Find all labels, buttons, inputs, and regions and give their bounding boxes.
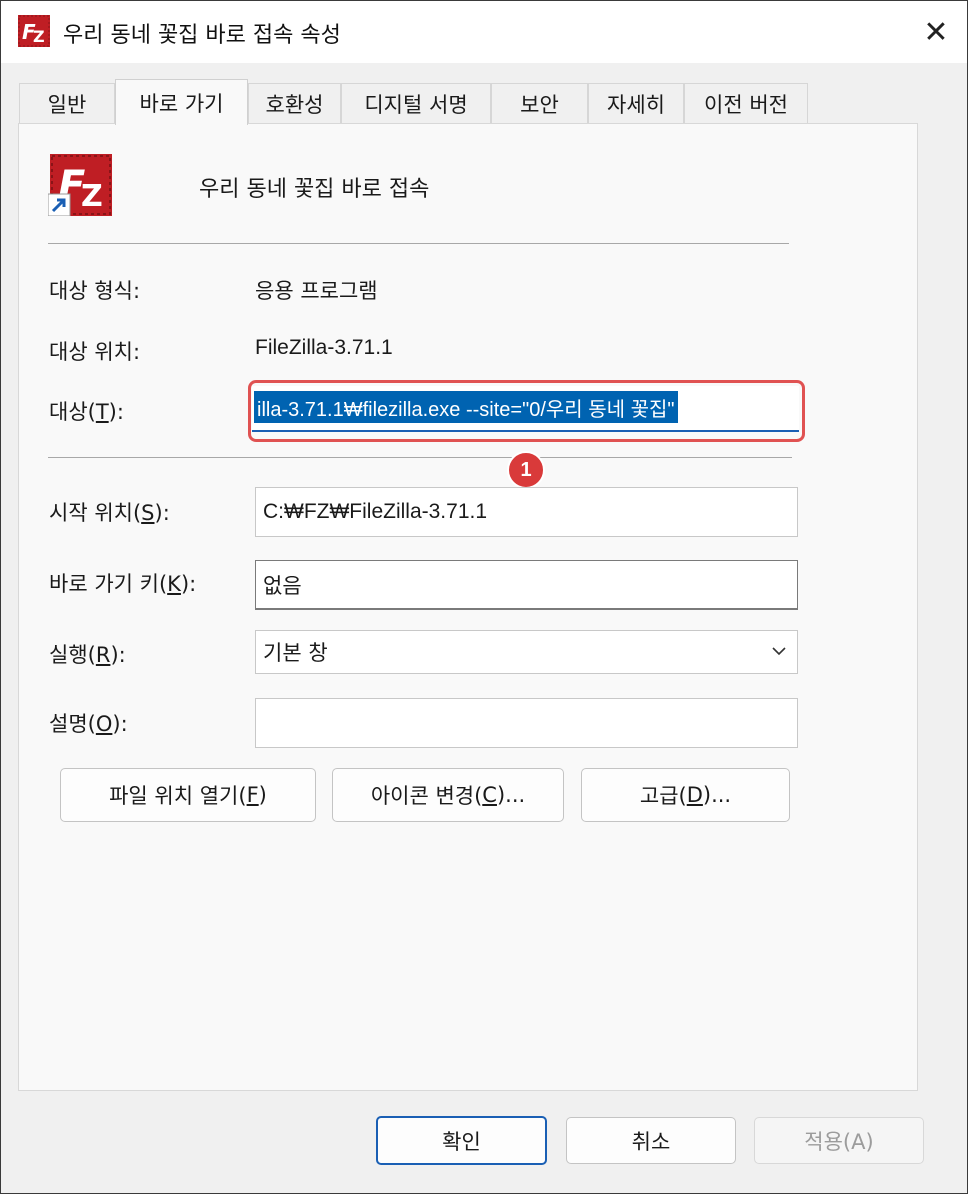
- tab-general[interactable]: 일반: [19, 83, 115, 123]
- target-input[interactable]: illa-3.71.1₩filezilla.exe --site="0/우리 동…: [252, 386, 799, 432]
- tab-label: 자세히: [607, 92, 665, 117]
- comment-label: 설명(O):: [49, 712, 128, 736]
- tab-details[interactable]: 자세히: [588, 83, 684, 123]
- cancel-button[interactable]: 취소: [566, 1117, 736, 1164]
- target-location-label: 대상 위치:: [49, 340, 141, 364]
- tab-label: 디지털 서명: [364, 92, 468, 117]
- open-file-location-button[interactable]: 파일 위치 열기(F): [60, 768, 316, 822]
- shortcut-name: 우리 동네 꽃집 바로 접속: [199, 177, 430, 202]
- tab-label: 보안: [520, 92, 559, 117]
- window-title: 우리 동네 꽃집 바로 접속 속성: [63, 23, 341, 48]
- chevron-down-icon[interactable]: [771, 643, 787, 659]
- filezilla-shortcut-icon: F Z: [48, 154, 112, 216]
- start-in-input[interactable]: C:₩FZ₩FileZilla-3.71.1: [255, 487, 798, 537]
- shortcut-key-label: 바로 가기 키(K):: [49, 572, 197, 596]
- divider: [48, 243, 789, 244]
- tab-previous-versions[interactable]: 이전 버전: [684, 83, 808, 123]
- advanced-button[interactable]: 고급(D)...: [581, 768, 790, 822]
- tab-label: 이전 버전: [704, 92, 788, 117]
- target-type-label: 대상 형식:: [49, 279, 141, 303]
- tab-label: 호환성: [265, 92, 324, 117]
- close-icon: ✕: [923, 14, 949, 50]
- tab-security[interactable]: 보안: [491, 83, 588, 123]
- target-type-value: 응용 프로그램: [255, 279, 378, 303]
- target-selected-text: illa-3.71.1₩filezilla.exe --site="0/우리 동…: [254, 391, 678, 423]
- comment-input[interactable]: [255, 698, 798, 748]
- close-button[interactable]: ✕: [913, 13, 959, 51]
- tab-label: 바로 가기: [139, 91, 224, 116]
- tab-shortcut[interactable]: 바로 가기: [115, 79, 248, 125]
- tab-label: 일반: [47, 92, 87, 117]
- ok-button[interactable]: 확인: [376, 1116, 547, 1165]
- title-bar: F Z 우리 동네 꽃집 바로 접속 속성 ✕: [1, 1, 967, 63]
- apply-button[interactable]: 적용(A): [754, 1117, 924, 1164]
- target-label: 대상(T):: [49, 400, 124, 424]
- tab-digital-signatures[interactable]: 디지털 서명: [341, 83, 491, 123]
- change-icon-button[interactable]: 아이콘 변경(C)...: [332, 768, 564, 822]
- target-location-value: FileZilla-3.71.1: [255, 336, 393, 359]
- divider: [48, 457, 792, 458]
- run-select[interactable]: 기본 창: [255, 630, 798, 674]
- svg-text:Z: Z: [81, 179, 103, 214]
- svg-text:Z: Z: [33, 27, 45, 46]
- run-label: 실행(R):: [49, 643, 126, 667]
- annotation-badge: 1: [507, 451, 545, 489]
- properties-dialog: F Z 우리 동네 꽃집 바로 접속 속성 ✕ 일반 바로 가기 호환성 디지털…: [0, 0, 968, 1194]
- filezilla-icon: F Z: [18, 15, 50, 47]
- tab-compatibility[interactable]: 호환성: [248, 83, 341, 123]
- shortcut-key-input[interactable]: 없음: [255, 560, 798, 610]
- start-in-label: 시작 위치(S):: [49, 501, 170, 525]
